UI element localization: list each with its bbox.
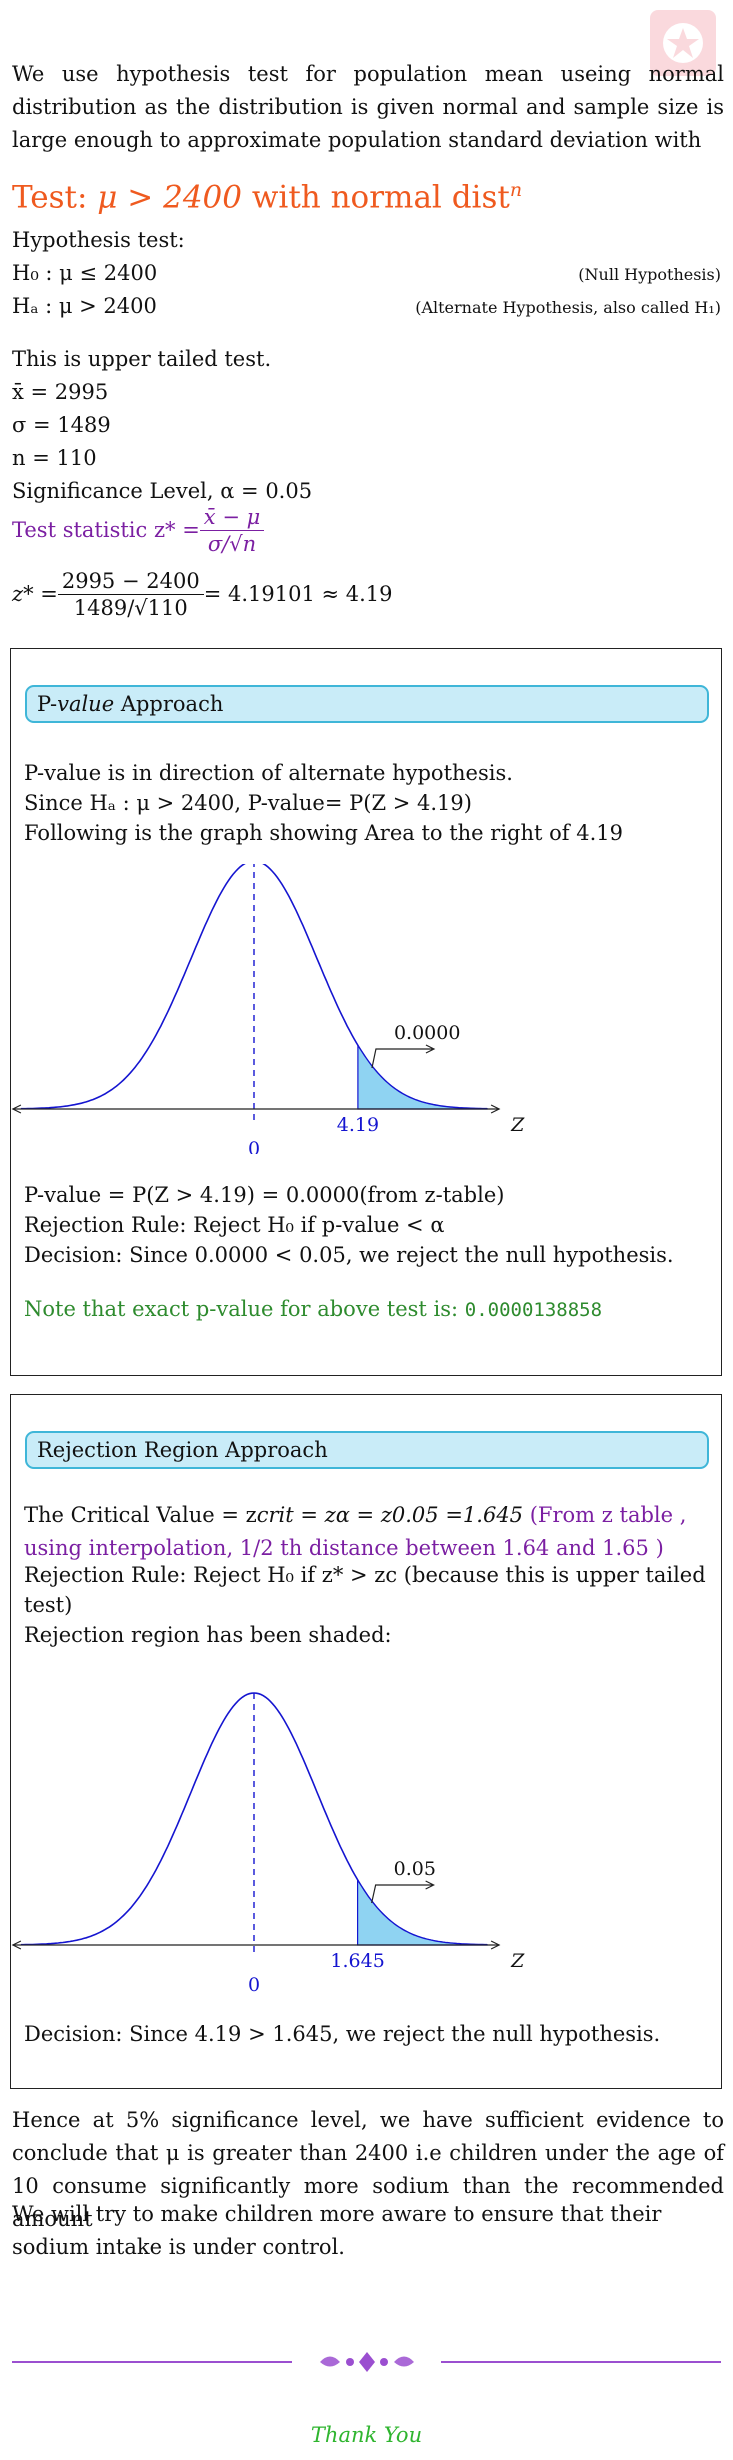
z-denominator: 1489/√110 xyxy=(73,596,188,620)
rejection-approach-banner: Rejection Region Approach xyxy=(25,1431,709,1469)
alternate-hypothesis-note: (Alternate Hypothesis, also called H₁) xyxy=(415,298,721,317)
hypothesis-label: Hypothesis test: xyxy=(12,228,185,252)
axis-label: Z xyxy=(510,1950,525,1972)
z-fraction: 2995 − 2400 1489/√110 xyxy=(57,568,204,621)
test-statistic-fraction: x̄ − μ σ/√n xyxy=(199,504,265,557)
exact-pvalue-value: 0.0000138858 xyxy=(464,1299,603,1321)
solution-page: We use hypothesis test for population me… xyxy=(0,0,733,2460)
axis-label: Z xyxy=(510,1114,525,1136)
pvalue-direction: P-value is in direction of alternate hyp… xyxy=(24,761,513,785)
pvalue-approach-box: P-value Approach P-value is in direction… xyxy=(10,648,722,1376)
critical-z-label: 4.19 xyxy=(337,1114,379,1136)
test-title: Test: μ > 2400 with normal distn xyxy=(12,170,522,217)
test-statistic-label: Test statistic z* = xyxy=(12,518,200,542)
pvalue-banner-post: Approach xyxy=(114,692,224,716)
pvalue-banner-pre: P- xyxy=(37,692,58,716)
test-statistic-denominator: σ/√n xyxy=(207,532,257,556)
test-title-prefix: Test: xyxy=(12,179,98,216)
closing-paragraph: We will try to make children more aware … xyxy=(12,2202,662,2259)
pvalue-graph-caption: Following is the graph showing Area to t… xyxy=(24,821,623,845)
area-label: 0.05 xyxy=(394,1858,436,1880)
rejection-rule-line2: test) xyxy=(24,1593,73,1617)
alternate-hypothesis: Hₐ : μ > 2400 xyxy=(12,294,157,318)
area-pointer-arrow-icon xyxy=(371,1880,435,1904)
pvalue-banner-em: value xyxy=(57,692,115,716)
footer-divider-left xyxy=(12,2361,292,2363)
critical-value-text: The Critical Value = zcrit = zα = z0.05 … xyxy=(24,1499,708,1565)
rejection-decision: Decision: Since 4.19 > 1.645, we reject … xyxy=(24,2022,661,2046)
rejection-normal-chart: 0.05 1.645 0 Z xyxy=(11,1692,525,1995)
ornament-icon xyxy=(320,2352,414,2372)
test-statistic-numerator: x̄ − μ xyxy=(199,504,265,531)
pvalue-decision: Decision: Since 0.0000 < 0.05, we reject… xyxy=(24,1243,674,1267)
critical-value-label: The Critical Value = z xyxy=(24,1503,257,1527)
pvalue-approach-banner: P-value Approach xyxy=(25,685,709,723)
exact-pvalue-note-text: Note that exact p-value for above test i… xyxy=(24,1297,465,1321)
pvalue-since: Since Hₐ : μ > 2400, P-value= P(Z > 4.19… xyxy=(24,791,472,815)
footer-divider-right xyxy=(441,2361,721,2363)
sample-size: n = 110 xyxy=(12,446,97,470)
rejection-rule-line1: Rejection Rule: Reject H₀ if z* > zc (be… xyxy=(24,1563,706,1587)
critical-z-label: 1.645 xyxy=(330,1950,384,1972)
rejection-shaded-caption: Rejection region has been shaded: xyxy=(24,1623,392,1647)
rejection-approach-box: Rejection Region Approach The Critical V… xyxy=(10,1394,722,2089)
zero-label: 0 xyxy=(248,1974,260,1995)
area-label: 0.0000 xyxy=(394,1022,460,1044)
exact-pvalue-note: Note that exact p-value for above test i… xyxy=(24,1293,602,1327)
area-pointer-arrow-icon xyxy=(371,1044,436,1069)
zero-label: 0 xyxy=(248,1138,260,1154)
tail-statement: This is upper tailed test. xyxy=(12,347,272,371)
test-title-math: μ > 2400 xyxy=(97,179,243,216)
test-statistic-formula: Test statistic z* = x̄ − μ σ/√n xyxy=(12,504,265,557)
z-result: = 4.19101 ≈ 4.19 xyxy=(203,582,393,606)
test-title-suffix: with normal dist xyxy=(242,179,510,216)
z-lhs: z* = xyxy=(12,582,58,606)
z-computation: z* = 2995 − 2400 1489/√110 = 4.19101 ≈ 4… xyxy=(12,568,393,621)
critical-value-expr: crit = zα = z0.05 =1.645 xyxy=(256,1503,524,1527)
pvalue-rule: Rejection Rule: Reject H₀ if p-value < α xyxy=(24,1213,445,1237)
shaded-tail-area xyxy=(357,1043,488,1110)
sample-mean: x̄ = 2995 xyxy=(12,380,109,404)
null-hypothesis: H₀ : μ ≤ 2400 xyxy=(12,261,158,285)
pvalue-normal-chart: 0.0000 4.19 0 Z xyxy=(11,864,525,1154)
sigma-value: σ = 1489 xyxy=(12,413,111,437)
thank-you-text: Thank You xyxy=(310,2423,423,2447)
null-hypothesis-note: (Null Hypothesis) xyxy=(578,265,721,284)
shaded-rejection-area xyxy=(357,1877,488,1946)
intro-paragraph: We use hypothesis test for population me… xyxy=(12,62,724,152)
test-title-sup: n xyxy=(509,179,523,201)
pvalue-result: P-value = P(Z > 4.19) = 0.0000(from z-ta… xyxy=(24,1183,505,1207)
z-numerator: 2995 − 2400 xyxy=(57,568,204,595)
